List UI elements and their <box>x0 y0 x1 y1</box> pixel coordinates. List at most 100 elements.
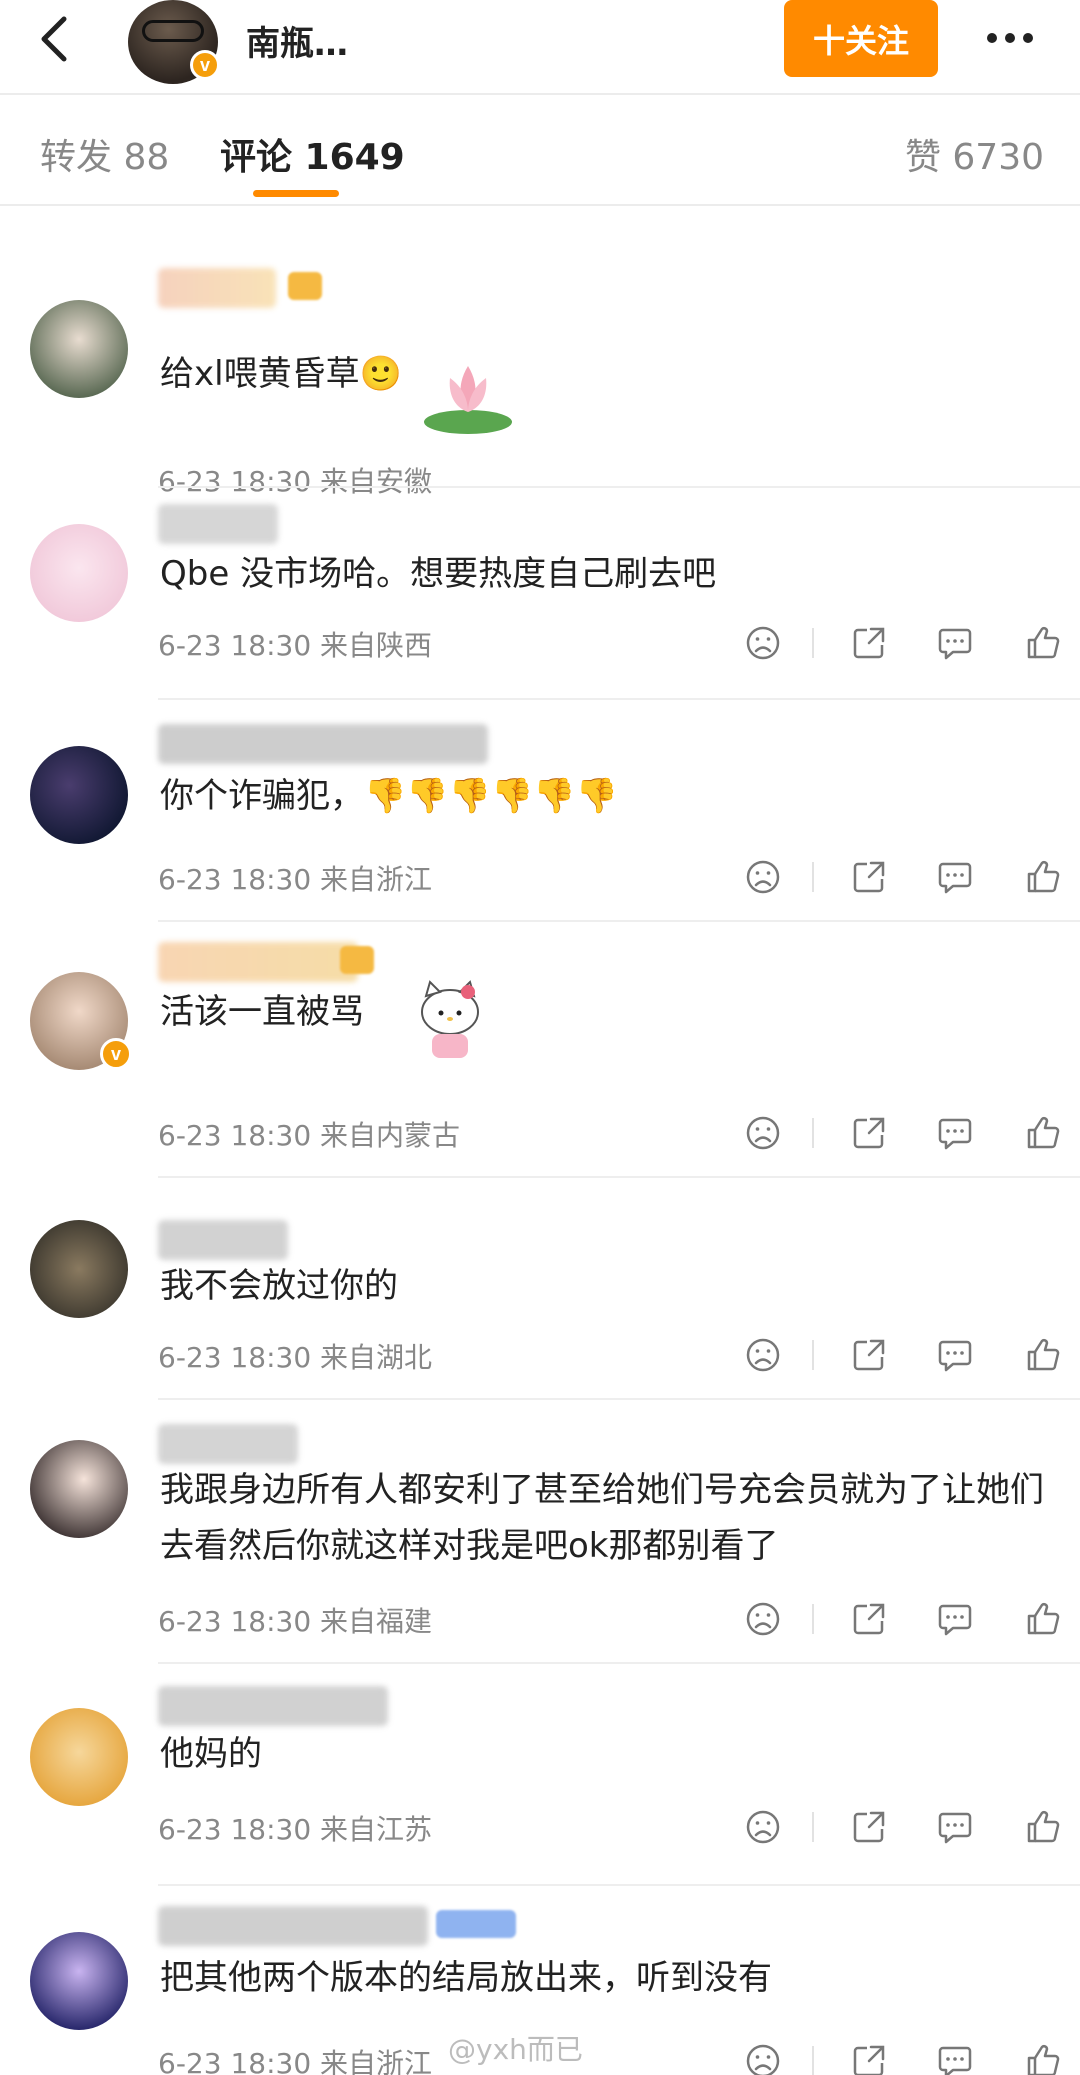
reply-button[interactable] <box>932 1332 978 1378</box>
commenter-name[interactable] <box>158 1906 428 1946</box>
separator <box>812 1812 814 1842</box>
share-button[interactable] <box>846 1596 892 1642</box>
member-badge-icon <box>340 946 374 974</box>
more-dots-icon <box>987 33 997 43</box>
lotus-sticker-icon <box>424 366 512 434</box>
sad-face-icon <box>746 2044 780 2075</box>
verified-badge-icon: v <box>190 50 220 80</box>
reply-button[interactable] <box>932 2038 978 2075</box>
reply-button[interactable] <box>932 854 978 900</box>
comment-item: v 活该一直被骂 6-23 18:30 来自内蒙古 <box>0 920 1080 1176</box>
comment-text: 我跟身边所有人都安利了甚至给她们号充会员就为了让她们去看然后你就这样对我是吧ok… <box>160 1470 1044 1566</box>
like-button[interactable] <box>1020 1110 1066 1156</box>
divider <box>158 1662 1080 1664</box>
sad-face-icon <box>746 626 780 660</box>
avatar[interactable] <box>30 1440 128 1538</box>
share-icon <box>853 1811 885 1843</box>
share-button[interactable] <box>846 620 892 666</box>
commenter-name[interactable] <box>158 942 358 982</box>
dislike-button[interactable] <box>740 2038 786 2075</box>
dislike-button[interactable] <box>740 1332 786 1378</box>
sad-face-icon <box>746 1116 780 1150</box>
share-icon <box>853 1339 885 1371</box>
author-avatar[interactable]: v <box>128 0 220 84</box>
back-button[interactable] <box>28 14 78 64</box>
comment-actions <box>740 1804 1080 1854</box>
thumbs-up-icon <box>1027 1603 1060 1635</box>
separator <box>812 1340 814 1370</box>
reply-bubble-icon <box>938 2046 972 2075</box>
like-button[interactable] <box>1020 1804 1066 1850</box>
follow-button[interactable]: 十关注 <box>784 0 938 77</box>
tab-repost[interactable]: 转发 88 <box>40 128 169 180</box>
thumbs-up-icon <box>1027 1811 1060 1843</box>
reply-bubble-icon <box>938 1118 972 1150</box>
comment-actions <box>740 1332 1080 1382</box>
dislike-button[interactable] <box>740 1596 786 1642</box>
commenter-name[interactable] <box>158 1220 288 1260</box>
comment-meta: 6-23 18:30 来自内蒙古 <box>158 1119 461 1152</box>
avatar-image <box>142 20 204 42</box>
comment-text: 他妈的 <box>160 1734 262 1774</box>
sad-face-icon <box>746 1810 780 1844</box>
member-badge-icon <box>436 1910 516 1938</box>
comment-item: 他妈的 6-23 18:30 来自江苏 <box>0 1662 1080 1884</box>
top-bar: v 南瓶… 十关注 <box>0 0 1080 95</box>
share-button[interactable] <box>846 854 892 900</box>
separator <box>812 1118 814 1148</box>
like-button[interactable] <box>1020 620 1066 666</box>
reply-button[interactable] <box>932 1596 978 1642</box>
tab-likes[interactable]: 赞 6730 <box>905 128 1044 180</box>
dislike-button[interactable] <box>740 1804 786 1850</box>
reply-bubble-icon <box>938 862 972 894</box>
comment-meta: 6-23 18:30 来自浙江 <box>158 863 433 896</box>
like-button[interactable] <box>1020 1332 1066 1378</box>
comment-item: Qbe 没市场哈。想要热度自己刷去吧 6-23 18:30 来自陕西 <box>0 486 1080 698</box>
reply-button[interactable] <box>932 1804 978 1850</box>
like-button[interactable] <box>1020 854 1066 900</box>
comment-text: Qbe 没市场哈。想要热度自己刷去吧 <box>160 554 717 594</box>
dislike-button[interactable] <box>740 1110 786 1156</box>
author-name[interactable]: 南瓶… <box>246 16 348 65</box>
share-button[interactable] <box>846 1804 892 1850</box>
commenter-name[interactable] <box>158 1686 388 1726</box>
avatar[interactable] <box>30 746 128 844</box>
reply-button[interactable] <box>932 620 978 666</box>
commenter-name[interactable] <box>158 504 278 544</box>
avatar[interactable] <box>30 1708 128 1806</box>
like-button[interactable] <box>1020 2038 1066 2075</box>
hello-kitty-sticker-icon <box>421 980 479 1058</box>
share-button[interactable] <box>846 1332 892 1378</box>
dislike-button[interactable] <box>740 854 786 900</box>
separator <box>812 628 814 658</box>
share-button[interactable] <box>846 1110 892 1156</box>
reply-bubble-icon <box>938 1604 972 1636</box>
reply-bubble-icon <box>938 1812 972 1844</box>
reply-button[interactable] <box>932 1110 978 1156</box>
commenter-name[interactable] <box>158 724 488 764</box>
more-button[interactable] <box>980 18 1040 58</box>
commenter-name[interactable] <box>158 1424 298 1464</box>
like-button[interactable] <box>1020 1596 1066 1642</box>
sad-face-icon <box>746 860 780 894</box>
comment-item: 我跟身边所有人都安利了甚至给她们号充会员就为了让她们去看然后你就这样对我是吧ok… <box>0 1398 1080 1662</box>
thumbs-up-icon <box>1027 627 1060 659</box>
dislike-button[interactable] <box>740 620 786 666</box>
share-button[interactable] <box>846 2038 892 2075</box>
commenter-name[interactable] <box>158 268 276 308</box>
avatar[interactable] <box>30 1220 128 1318</box>
thumbs-up-icon <box>1027 861 1060 893</box>
avatar[interactable] <box>30 1932 128 2030</box>
member-badge-icon <box>288 272 322 300</box>
comment-meta: 6-23 18:30 来自江苏 <box>158 1813 433 1846</box>
sad-face-icon <box>746 1338 780 1372</box>
avatar[interactable] <box>30 524 128 622</box>
comment-text: 你个诈骗犯，👎👎👎👎👎👎 <box>160 776 619 816</box>
share-icon <box>853 627 885 659</box>
comment-meta: 6-23 18:30 来自湖北 <box>158 1341 433 1374</box>
avatar[interactable]: v <box>30 972 132 1070</box>
separator <box>812 862 814 892</box>
comment-text: 把其他两个版本的结局放出来，听到没有 <box>160 1958 772 1998</box>
avatar[interactable] <box>30 300 128 398</box>
tab-bar: 转发 88 评论 1649 赞 6730 <box>0 96 1080 206</box>
